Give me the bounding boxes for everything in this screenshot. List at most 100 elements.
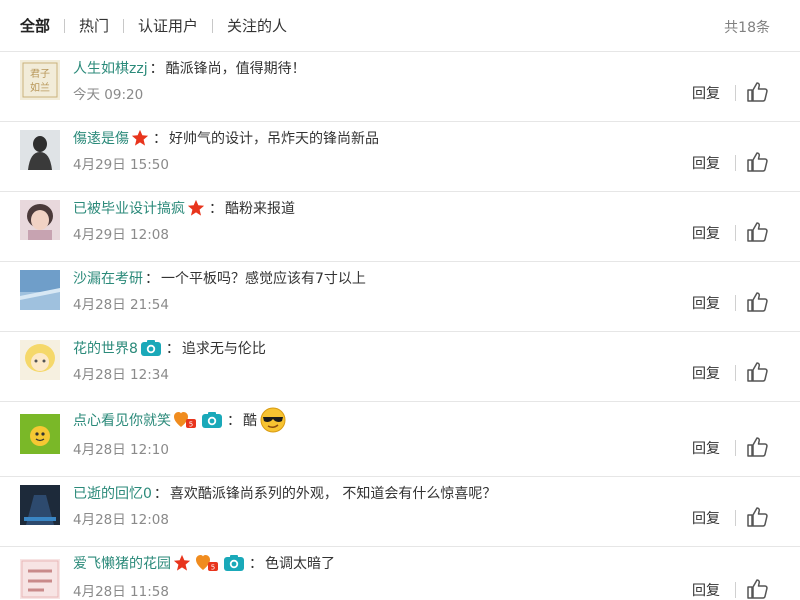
colon-separator: ： bbox=[209, 201, 223, 217]
avatar[interactable] bbox=[20, 414, 60, 454]
comment-time: 4月28日 12:10 bbox=[73, 442, 169, 458]
comment-text: 好帅气的设计，吊炸天的锋尚新品 bbox=[169, 131, 379, 147]
comment-item: 沙漏在考研 ： 一个平板吗？感觉应该有7寸以上 4月28日 21:54 回复 bbox=[0, 262, 800, 332]
username-link[interactable]: 花的世界8 bbox=[73, 338, 138, 358]
reply-button[interactable]: 回复 bbox=[692, 223, 720, 243]
comment-line: 已逝的回忆0 ： 喜欢酷派锋尚系列的外观， 不知道会有什么惊喜呢？ bbox=[73, 481, 496, 505]
tab-verified-users[interactable]: 认证用户 bbox=[138, 15, 198, 36]
comment-time: 今天 09:20 bbox=[73, 87, 144, 103]
filter-bar: 全部 热门 认证用户 关注的人 共18条 bbox=[0, 0, 800, 52]
comment-line: 花的世界8 ： 追求无与伦比 bbox=[73, 336, 266, 360]
tab-all[interactable]: 全部 bbox=[20, 15, 50, 36]
comment-text: 色调太暗了 bbox=[265, 556, 335, 572]
like-button[interactable] bbox=[746, 82, 768, 102]
action-divider bbox=[735, 365, 736, 381]
tab-divider bbox=[123, 18, 125, 33]
like-button[interactable] bbox=[746, 152, 768, 172]
comment-line: 点心看见你就笑 5 ： 酷 bbox=[73, 406, 289, 434]
comment-text: 追求无与伦比 bbox=[181, 341, 266, 357]
star-badge-icon[interactable] bbox=[131, 129, 149, 147]
camera-badge-icon[interactable] bbox=[223, 554, 245, 572]
avatar[interactable] bbox=[20, 270, 60, 310]
star-badge-icon[interactable] bbox=[187, 199, 205, 217]
reply-button[interactable]: 回复 bbox=[692, 83, 720, 103]
svg-text:5: 5 bbox=[211, 564, 215, 572]
heart-badge-icon[interactable]: 5 bbox=[195, 554, 219, 572]
comment-text: 酷 bbox=[243, 413, 257, 429]
comment-line: 人生如棋zzj ： 酷派锋尚，值得期待！ bbox=[73, 56, 306, 80]
star-badge-icon[interactable] bbox=[173, 554, 191, 572]
reply-button[interactable]: 回复 bbox=[692, 293, 720, 313]
comment-text: 一个平板吗？感觉应该有7寸以上 bbox=[161, 271, 366, 287]
thumbs-up-icon bbox=[747, 362, 768, 382]
svg-text:君子: 君子 bbox=[30, 68, 50, 80]
colon-separator: ： bbox=[249, 556, 263, 572]
colon-separator: ： bbox=[153, 486, 168, 502]
thumbs-up-icon bbox=[747, 82, 768, 102]
comment-text: 酷粉来报道 bbox=[225, 201, 295, 217]
tab-following[interactable]: 关注的人 bbox=[227, 15, 287, 36]
comment-item: 点心看见你就笑 5 ： 酷 4月28日 12:10 回复 bbox=[0, 402, 800, 477]
like-button[interactable] bbox=[746, 579, 768, 599]
like-button[interactable] bbox=[746, 222, 768, 242]
action-divider bbox=[735, 440, 736, 456]
comment-line: 已被毕业设计搞疯 ： 酷粉来报道 bbox=[73, 196, 295, 220]
action-divider bbox=[735, 295, 736, 311]
avatar[interactable]: 君子 如兰 bbox=[20, 60, 60, 100]
avatar[interactable] bbox=[20, 200, 60, 240]
reply-button[interactable]: 回复 bbox=[692, 580, 720, 600]
avatar[interactable] bbox=[20, 340, 60, 380]
like-button[interactable] bbox=[746, 437, 768, 457]
cool-sunglasses-emoji-icon bbox=[259, 407, 287, 433]
heart-badge-icon[interactable]: 5 bbox=[173, 411, 197, 429]
username-link[interactable]: 点心看见你就笑 bbox=[73, 410, 171, 430]
comment-time: 4月29日 12:08 bbox=[73, 227, 169, 243]
camera-badge-icon[interactable] bbox=[140, 339, 162, 357]
avatar[interactable] bbox=[20, 559, 60, 599]
comment-time: 4月28日 12:34 bbox=[73, 367, 169, 383]
comment-time: 4月28日 12:08 bbox=[73, 512, 169, 528]
comment-list: 君子 如兰 人生如棋zzj ： 酷派锋尚，值得期待！ 今天 09:20 回复 傷… bbox=[0, 52, 800, 600]
tab-divider bbox=[212, 18, 214, 33]
reply-button[interactable]: 回复 bbox=[692, 153, 720, 173]
comment-text: 酷派锋尚，值得期待！ bbox=[165, 61, 306, 77]
username-link[interactable]: 人生如棋zzj bbox=[73, 58, 148, 78]
action-divider bbox=[735, 85, 736, 101]
colon-separator: ： bbox=[145, 271, 159, 287]
comment-count: 共18条 bbox=[724, 20, 770, 36]
action-divider bbox=[735, 510, 736, 526]
comment-text: 喜欢酷派锋尚系列的外观， 不知道会有什么惊喜呢？ bbox=[169, 486, 497, 502]
username-link[interactable]: 沙漏在考研 bbox=[73, 268, 143, 288]
reply-button[interactable]: 回复 bbox=[692, 508, 720, 528]
colon-separator: ： bbox=[227, 413, 241, 429]
username-link[interactable]: 已被毕业设计搞疯 bbox=[73, 198, 185, 218]
thumbs-up-icon bbox=[747, 507, 768, 527]
avatar[interactable] bbox=[20, 485, 60, 525]
avatar[interactable] bbox=[20, 130, 60, 170]
thumbs-up-icon bbox=[747, 579, 768, 599]
thumbs-up-icon bbox=[747, 292, 768, 312]
reply-button[interactable]: 回复 bbox=[692, 438, 720, 458]
reply-button[interactable]: 回复 bbox=[692, 363, 720, 383]
thumbs-up-icon bbox=[747, 437, 768, 457]
comment-time: 4月28日 11:58 bbox=[73, 584, 169, 600]
username-link[interactable]: 傷逺是傷 bbox=[73, 128, 129, 148]
camera-badge-icon[interactable] bbox=[201, 411, 223, 429]
tab-hot[interactable]: 热门 bbox=[79, 15, 109, 36]
like-button[interactable] bbox=[746, 362, 768, 382]
svg-text:5: 5 bbox=[189, 421, 193, 429]
comment-line: 沙漏在考研 ： 一个平板吗？感觉应该有7寸以上 bbox=[73, 266, 366, 290]
action-divider bbox=[735, 155, 736, 171]
comment-item: 傷逺是傷 ： 好帅气的设计，吊炸天的锋尚新品 4月29日 15:50 回复 bbox=[0, 122, 800, 192]
like-button[interactable] bbox=[746, 292, 768, 312]
comment-time: 4月29日 15:50 bbox=[73, 157, 169, 173]
colon-separator: ： bbox=[165, 341, 180, 357]
username-link[interactable]: 已逝的回忆0 bbox=[73, 483, 152, 503]
comment-item: 爱飞懒猪的花园 5 ： 色调太暗了 4月28日 11:58 回复 bbox=[0, 547, 800, 600]
comment-item: 花的世界8 ： 追求无与伦比 4月28日 12:34 回复 bbox=[0, 332, 800, 402]
thumbs-up-icon bbox=[747, 222, 768, 242]
username-link[interactable]: 爱飞懒猪的花园 bbox=[73, 553, 171, 573]
action-divider bbox=[735, 225, 736, 241]
like-button[interactable] bbox=[746, 507, 768, 527]
thumbs-up-icon bbox=[747, 152, 768, 172]
